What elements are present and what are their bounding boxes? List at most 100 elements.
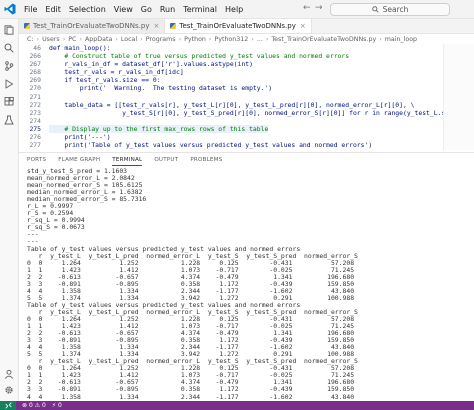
menu-item-file[interactable]: File xyxy=(24,5,37,14)
menu-item-selection[interactable]: Selection xyxy=(69,5,106,14)
code-text: def main_loop(): xyxy=(49,44,111,52)
error-count: 0 xyxy=(28,402,33,409)
search-box[interactable]: Search xyxy=(330,3,450,16)
breadcrumb-item[interactable]: Programs xyxy=(146,36,176,43)
editor-tab[interactable]: Test_TrainOrEvaluateTwoDNNs.py × xyxy=(19,19,166,33)
breadcrumb-item[interactable]: AppData xyxy=(85,36,112,43)
activity-bar xyxy=(0,19,19,401)
code-text: print('---') xyxy=(49,133,111,142)
close-icon[interactable]: × xyxy=(300,22,306,30)
breadcrumb-item[interactable]: Local xyxy=(121,36,137,43)
chevron-right-icon: › xyxy=(79,35,82,43)
error-icon: ⊗ xyxy=(22,402,28,409)
panel-tab-flame-graph[interactable]: FLAME GRAPH xyxy=(58,155,100,165)
panel-tab-bar: PORTS FLAME GRAPH TERMINAL OUTPUT PROBLEMS xyxy=(19,152,474,167)
forward-arrow-icon[interactable]: → xyxy=(315,3,323,13)
editor-tab-bar: Test_TrainOrEvaluateTwoDNNs.py × Test_Trai… xyxy=(19,19,474,34)
line-number: 277 xyxy=(29,141,41,150)
code-text: # Construct table of true versus predict… xyxy=(49,52,350,61)
breadcrumb-item[interactable]: Users xyxy=(42,36,60,43)
code-text: r_vals_in_df = dataset_df['r'].values.as… xyxy=(49,60,253,69)
status-bar: ⊗ 0 ⚠ 0 ⚡ 0 xyxy=(0,401,474,410)
problems-indicator[interactable]: ⊗ 0 ⚠ 0 xyxy=(22,402,46,409)
panel-tab-terminal[interactable]: TERMINAL xyxy=(112,155,143,166)
run-debug-icon[interactable] xyxy=(4,79,14,89)
breadcrumb-item[interactable]: ... xyxy=(257,36,263,43)
python-file-icon xyxy=(170,23,177,29)
back-arrow-icon[interactable]: ← xyxy=(303,3,311,13)
menu-item-terminal[interactable]: Terminal xyxy=(183,5,217,14)
terminal-line: median_normed_error_S = 85.7316 xyxy=(27,195,147,204)
menu-item-help[interactable]: Help xyxy=(225,5,243,14)
chevron-right-icon: › xyxy=(251,35,254,43)
code-text: y_test_S[r][0], y_test_S_pred[r][0], nor… xyxy=(49,108,474,117)
chevron-right-icon: › xyxy=(265,35,269,43)
terminal-line: r_S = 0.2594 xyxy=(27,209,74,218)
python-file-icon xyxy=(24,23,30,29)
breadcrumb-item[interactable]: main_loop xyxy=(385,36,417,43)
code-line: 274 xyxy=(19,117,474,125)
terminal-panel[interactable]: std_y_test_S_pred = 1.1603 mean_normed_er… xyxy=(19,168,474,400)
search-icon xyxy=(371,6,379,13)
chevron-right-icon: › xyxy=(140,35,143,43)
search-placeholder: Search xyxy=(382,5,409,14)
code-line: 270 print(' Warning. The testing dataset… xyxy=(19,84,474,92)
code-line: 268 test_r_vals = r_vals_in_df[idc] xyxy=(19,68,474,76)
terminal-line: --- xyxy=(27,230,39,239)
account-icon[interactable] xyxy=(4,369,14,379)
menu-item-view[interactable]: View xyxy=(114,5,133,14)
line-number: 274 xyxy=(29,116,41,125)
code-line: 276 print('---') xyxy=(19,133,474,141)
line-number: 271 xyxy=(29,92,41,101)
menu-item-edit[interactable]: Edit xyxy=(45,5,61,14)
extensions-icon[interactable] xyxy=(4,97,14,107)
breadcrumb-item[interactable]: Python312 xyxy=(214,36,248,43)
line-number: 46 xyxy=(33,44,41,52)
code-text: # Display up to the first max_rows rows … xyxy=(49,124,269,134)
terminal-line: r_sq_S = 0.0673 xyxy=(27,223,85,232)
panel-tab-output[interactable]: OUTPUT xyxy=(154,155,178,165)
settings-gear-icon[interactable] xyxy=(4,385,14,395)
ports-count: 0 xyxy=(57,402,62,409)
chevron-right-icon: › xyxy=(36,35,40,43)
terminal-line: r_L = 0.9997 xyxy=(27,202,74,211)
breadcrumb-item[interactable]: Test_TrainOrEvaluateTwoDNNs.py xyxy=(271,36,376,43)
menu-item-go[interactable]: Go xyxy=(141,5,152,14)
source-control-icon[interactable] xyxy=(4,61,14,71)
warning-icon: ⚠ xyxy=(34,402,41,409)
code-text: if test_r_vals.size == 0: xyxy=(49,76,161,85)
testing-icon[interactable] xyxy=(4,115,14,125)
title-bar: File Edit Selection View Go Run Terminal Help ←… xyxy=(0,0,474,19)
code-line: 272 table_data = [[test_r_vals[r], y_tes… xyxy=(19,101,474,109)
panel-tab-problems[interactable]: PROBLEMS xyxy=(190,155,222,165)
code-text: print('Table of y_test values versus pre… xyxy=(49,141,373,150)
menu-item-run[interactable]: Run xyxy=(160,5,175,14)
breadcrumb-item[interactable]: C: xyxy=(27,36,34,43)
breadcrumb-item[interactable]: PC xyxy=(68,36,76,43)
line-number: 267 xyxy=(29,60,41,69)
search-icon[interactable] xyxy=(4,43,14,53)
code-line: 277 print('Table of y_test values versus… xyxy=(19,141,474,149)
chevron-right-icon: › xyxy=(62,35,66,43)
code-line: 273 y_test_S[r][0], y_test_S_pred[r][0],… xyxy=(19,109,474,117)
minimap[interactable] xyxy=(443,44,474,150)
code-editor[interactable]: 46 def main_loop(): 266 # Construct table … xyxy=(19,44,474,150)
code-line: 266 # Construct table of true versus pre… xyxy=(19,52,474,60)
breadcrumb-item[interactable]: Python xyxy=(184,36,206,43)
ports-icon: ⚡ xyxy=(51,402,57,409)
code-line: 278 print(pd.DataFrame(table_data[:max_r… xyxy=(19,149,474,150)
editor-tab[interactable]: Test_TrainOrEvaluateTwoDNNs.py × xyxy=(165,19,312,33)
code-text: print(' Warning. The testing dataset is … xyxy=(49,84,273,93)
remote-icon xyxy=(4,402,12,409)
close-icon[interactable]: × xyxy=(154,22,160,30)
breadcrumb: C: › Users › PC › AppData › Local › Programs › Pytho… xyxy=(19,34,474,44)
line-number: 266 xyxy=(29,52,41,61)
tab-label: Test_TrainOrEvaluateTwoDNNs.py xyxy=(33,22,150,30)
panel-tab-ports[interactable]: PORTS xyxy=(27,155,46,165)
explorer-icon[interactable] xyxy=(4,25,14,35)
line-number: 273 xyxy=(29,108,41,117)
terminal-line: r_sq_L = 0.9994 xyxy=(27,216,85,225)
remote-indicator[interactable] xyxy=(0,401,16,410)
ports-indicator[interactable]: ⚡ 0 xyxy=(52,402,62,409)
code-line: 46 def main_loop(): xyxy=(19,44,474,52)
